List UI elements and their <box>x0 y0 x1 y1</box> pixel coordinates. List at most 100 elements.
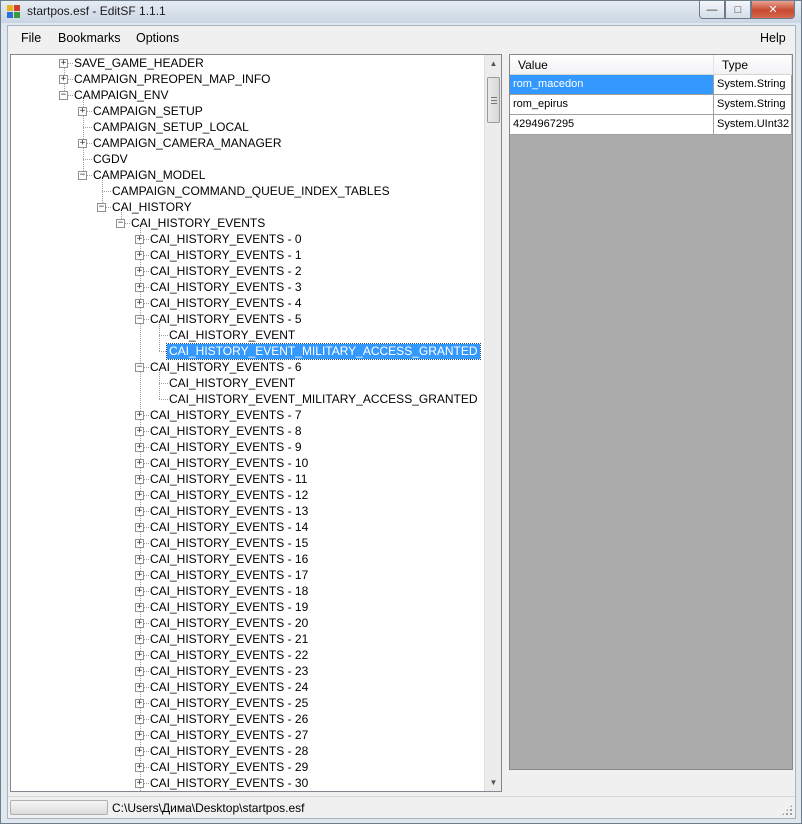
tree-node-label[interactable]: CAI_HISTORY_EVENTS - 1 <box>148 248 304 263</box>
tree-node-label[interactable]: CAI_HISTORY_EVENTS - 11 <box>148 472 309 487</box>
grid-row[interactable]: 4294967295 System.UInt32 <box>510 115 792 135</box>
menu-file[interactable]: File <box>21 31 41 45</box>
grid-row[interactable]: rom_macedon System.String <box>510 75 792 95</box>
tree-node[interactable]: + CAI_HISTORY_EVENTS - 4 <box>11 295 485 311</box>
tree-node[interactable]: + CAI_HISTORY_EVENTS - 22 <box>11 647 485 663</box>
expand-icon[interactable]: + <box>135 683 144 692</box>
tree-node[interactable]: + CAI_HISTORY_EVENTS - 17 <box>11 567 485 583</box>
tree-node-label[interactable]: CAI_HISTORY_EVENTS - 29 <box>148 760 310 775</box>
tree-node-label[interactable]: CAI_HISTORY_EVENTS - 27 <box>148 728 310 743</box>
tree-node-label[interactable]: CAI_HISTORY_EVENTS - 9 <box>148 440 304 455</box>
tree-node[interactable]: + CAI_HISTORY_EVENTS - 21 <box>11 631 485 647</box>
expand-icon[interactable]: + <box>135 411 144 420</box>
cell-value[interactable]: 4294967295 <box>510 115 714 135</box>
expand-icon[interactable]: + <box>135 667 144 676</box>
tree-node[interactable]: + CAI_HISTORY_EVENTS - 10 <box>11 455 485 471</box>
tree-node-label[interactable]: CAMPAIGN_COMMAND_QUEUE_INDEX_TABLES <box>110 184 392 199</box>
cell-value[interactable]: rom_macedon <box>510 75 714 95</box>
tree-node[interactable]: + CAI_HISTORY_EVENTS - 1 <box>11 247 485 263</box>
tree-node[interactable]: CGDV <box>11 151 485 167</box>
tree-node[interactable]: + CAI_HISTORY_EVENTS - 15 <box>11 535 485 551</box>
expand-icon[interactable]: + <box>135 603 144 612</box>
expand-icon[interactable]: + <box>135 267 144 276</box>
tree-node[interactable]: + CAI_HISTORY_EVENTS - 12 <box>11 487 485 503</box>
tree-node[interactable]: + CAI_HISTORY_EVENTS - 18 <box>11 583 485 599</box>
tree-node[interactable]: + CAI_HISTORY_EVENTS - 25 <box>11 695 485 711</box>
expand-icon[interactable]: + <box>135 251 144 260</box>
tree-node[interactable]: CAI_HISTORY_EVENT_MILITARY_ACCESS_GRANTE… <box>11 343 485 360</box>
tree-node[interactable]: − CAMPAIGN_ENV <box>11 87 485 103</box>
tree-node-label[interactable]: CAI_HISTORY_EVENT <box>167 328 297 343</box>
expand-icon[interactable]: + <box>135 235 144 244</box>
title-bar[interactable]: startpos.esf - EditSF 1.1.1 — □ ✕ <box>1 1 801 23</box>
grid-row[interactable]: rom_epirus System.String <box>510 95 792 115</box>
tree-node-label[interactable]: CAI_HISTORY_EVENTS - 10 <box>148 456 310 471</box>
tree-node[interactable]: + SAVE_GAME_HEADER <box>11 55 485 71</box>
tree-node[interactable]: + CAI_HISTORY_EVENTS - 16 <box>11 551 485 567</box>
tree-node-label[interactable]: CAI_HISTORY_EVENTS - 30 <box>148 776 310 791</box>
expand-icon[interactable]: + <box>78 139 87 148</box>
tree-node-label[interactable]: CAI_HISTORY_EVENT_MILITARY_ACCESS_GRANTE… <box>167 392 480 407</box>
expand-icon[interactable]: + <box>135 571 144 580</box>
tree-node[interactable]: + CAI_HISTORY_EVENTS - 11 <box>11 471 485 487</box>
tree-node-label[interactable]: CAI_HISTORY_EVENTS - 4 <box>148 296 304 311</box>
tree-node-label[interactable]: CAI_HISTORY_EVENT <box>167 376 297 391</box>
scroll-thumb[interactable] <box>487 77 500 123</box>
tree-node[interactable]: CAI_HISTORY_EVENT <box>11 375 485 391</box>
tree-node[interactable]: + CAI_HISTORY_EVENTS - 28 <box>11 743 485 759</box>
tree-view[interactable]: + SAVE_GAME_HEADER + CAMPAIGN_PREOPEN_MAP_I… <box>10 54 502 792</box>
cell-type[interactable]: System.String <box>714 75 792 95</box>
expand-icon[interactable]: + <box>135 635 144 644</box>
tree-node[interactable]: + CAI_HISTORY_EVENTS - 30 <box>11 775 485 791</box>
tree-node-label[interactable]: CAI_HISTORY_EVENTS - 3 <box>148 280 304 295</box>
expand-icon[interactable]: + <box>135 523 144 532</box>
expand-icon[interactable]: + <box>135 731 144 740</box>
tree-node[interactable]: + CAI_HISTORY_EVENTS - 24 <box>11 679 485 695</box>
scroll-down-arrow-icon[interactable]: ▼ <box>485 774 501 791</box>
expand-icon[interactable]: + <box>135 555 144 564</box>
tree-node[interactable]: − CAMPAIGN_MODEL <box>11 167 485 183</box>
cell-value[interactable]: rom_epirus <box>510 95 714 115</box>
expand-icon[interactable]: + <box>135 699 144 708</box>
scroll-up-arrow-icon[interactable]: ▲ <box>485 55 501 72</box>
tree-node[interactable]: + CAI_HISTORY_EVENTS - 26 <box>11 711 485 727</box>
tree-node-label[interactable]: CAI_HISTORY_EVENTS - 22 <box>148 648 310 663</box>
tree-node[interactable]: + CAI_HISTORY_EVENTS - 8 <box>11 423 485 439</box>
tree-node-label[interactable]: CAI_HISTORY_EVENTS - 26 <box>148 712 310 727</box>
tree-node[interactable]: + CAMPAIGN_SETUP <box>11 103 485 119</box>
column-header-type[interactable]: Type <box>714 55 792 75</box>
tree-node-label[interactable]: CAI_HISTORY_EVENTS <box>129 216 267 231</box>
expand-icon[interactable]: + <box>135 763 144 772</box>
menu-help[interactable]: Help <box>760 31 786 45</box>
tree-node[interactable]: + CAI_HISTORY_EVENTS - 9 <box>11 439 485 455</box>
tree-node-label[interactable]: CAI_HISTORY_EVENTS - 7 <box>148 408 304 423</box>
resize-grip-icon[interactable] <box>781 804 793 816</box>
cell-type[interactable]: System.UInt32 <box>714 115 792 135</box>
tree-node-label[interactable]: CAI_HISTORY_EVENTS - 5 <box>148 312 304 327</box>
tree-node-label[interactable]: CAMPAIGN_CAMERA_MANAGER <box>91 136 283 151</box>
collapse-icon[interactable]: − <box>59 91 68 100</box>
tree-node-label[interactable]: CAI_HISTORY_EVENTS - 23 <box>148 664 310 679</box>
close-button[interactable]: ✕ <box>751 1 795 19</box>
tree-node-label[interactable]: CAMPAIGN_MODEL <box>91 168 207 183</box>
expand-icon[interactable]: + <box>135 651 144 660</box>
expand-icon[interactable]: + <box>135 443 144 452</box>
tree-node-label[interactable]: CAI_HISTORY_EVENT_MILITARY_ACCESS_GRANTE… <box>166 343 481 360</box>
expand-icon[interactable]: + <box>135 587 144 596</box>
collapse-icon[interactable]: − <box>116 219 125 228</box>
tree-node[interactable]: + CAI_HISTORY_EVENTS - 3 <box>11 279 485 295</box>
tree-node-label[interactable]: SAVE_GAME_HEADER <box>72 56 206 71</box>
tree-node-label[interactable]: CAMPAIGN_PREOPEN_MAP_INFO <box>72 72 273 87</box>
tree-node[interactable]: + CAI_HISTORY_EVENTS - 19 <box>11 599 485 615</box>
expand-icon[interactable]: + <box>135 491 144 500</box>
menu-bookmarks[interactable]: Bookmarks <box>58 31 121 45</box>
tree-node-label[interactable]: CAI_HISTORY_EVENTS - 12 <box>148 488 310 503</box>
tree-node[interactable]: + CAI_HISTORY_EVENTS - 13 <box>11 503 485 519</box>
tree-node[interactable]: CAI_HISTORY_EVENT <box>11 327 485 343</box>
cell-type[interactable]: System.String <box>714 95 792 115</box>
expand-icon[interactable]: + <box>135 299 144 308</box>
tree-node[interactable]: CAMPAIGN_COMMAND_QUEUE_INDEX_TABLES <box>11 183 485 199</box>
expand-icon[interactable]: + <box>135 539 144 548</box>
tree-node-label[interactable]: CAI_HISTORY_EVENTS - 18 <box>148 584 310 599</box>
tree-scrollbar[interactable]: ▲ ▼ <box>484 55 501 791</box>
